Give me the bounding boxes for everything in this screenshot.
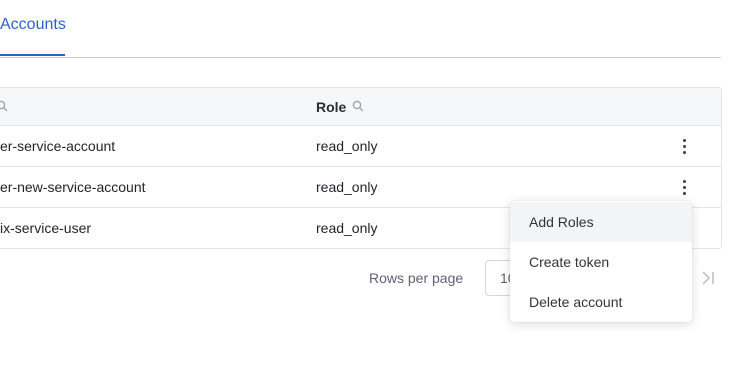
more-vertical-icon[interactable] xyxy=(676,136,692,156)
last-page-icon[interactable] xyxy=(700,270,716,291)
role-cell: read_only xyxy=(316,220,378,236)
role-cell: read_only xyxy=(316,138,378,154)
menu-item-delete-account[interactable]: Delete account xyxy=(510,282,692,322)
role-column-header[interactable]: Role xyxy=(316,88,364,125)
rows-per-page-label: Rows per page xyxy=(369,270,464,286)
table-header: Role xyxy=(0,88,721,126)
row-actions-menu: Add Roles Create token Delete account xyxy=(510,201,692,322)
tab-accounts-label: Accounts xyxy=(0,16,66,33)
search-icon[interactable] xyxy=(0,99,8,117)
account-name-cell: ix-service-user xyxy=(0,220,92,236)
menu-item-add-roles[interactable]: Add Roles xyxy=(510,202,692,242)
search-icon[interactable] xyxy=(352,99,364,115)
account-name-cell: er-new-service-account xyxy=(0,179,146,195)
role-header-label: Role xyxy=(316,98,347,115)
account-name-cell: er-service-account xyxy=(0,138,116,154)
more-vertical-icon[interactable] xyxy=(676,177,692,197)
tab-bar: Accounts xyxy=(0,0,721,58)
tab-accounts[interactable]: Accounts xyxy=(0,14,66,56)
menu-item-create-token[interactable]: Create token xyxy=(510,242,692,282)
role-cell: read_only xyxy=(316,179,378,195)
table-row: er-service-account read_only xyxy=(0,126,721,167)
